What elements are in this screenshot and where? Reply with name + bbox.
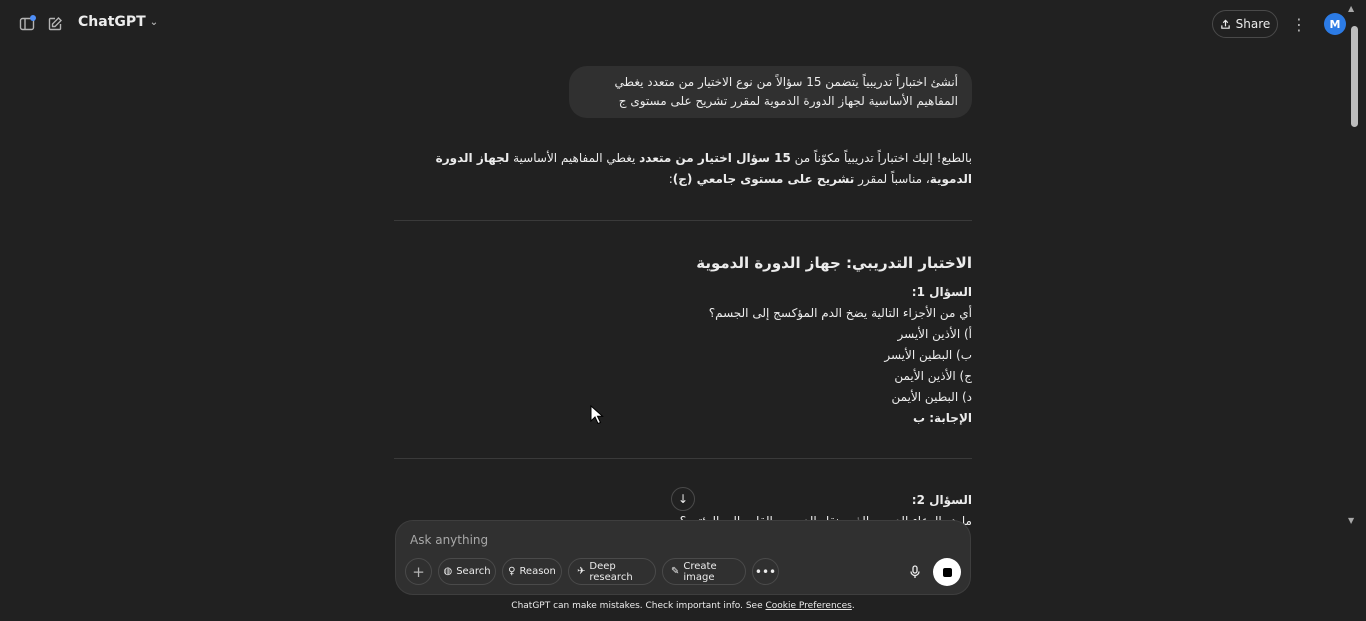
assistant-intro: بالطبع! إليك اختباراً تدريبياً مكوّناً م… — [394, 148, 972, 190]
composer: + ◍ Search ♀ Reason ✈ Deep research ✎ Cr… — [395, 520, 971, 595]
new-chat-icon[interactable] — [45, 14, 65, 34]
share-icon — [1220, 19, 1230, 29]
question-text: أي من الأجزاء التالية يضخ الدم المؤكسج إ… — [708, 306, 972, 320]
avatar[interactable]: M — [1324, 13, 1346, 35]
mouse-cursor-icon — [590, 405, 604, 425]
cookie-preferences-link[interactable]: Cookie Preferences — [765, 601, 851, 611]
share-button[interactable]: Share — [1212, 10, 1278, 38]
option-b: ب) البطين الأيسر — [884, 348, 972, 362]
disclaimer-text: ChatGPT can make mistakes. Check importa… — [511, 601, 766, 611]
lightbulb-icon: ♀ — [508, 566, 516, 577]
quiz-title: الاختبار التدريبي: جهاز الدورة الدموية — [696, 254, 972, 272]
microphone-button[interactable] — [904, 561, 926, 583]
arrow-down-icon: ↓ — [677, 492, 689, 506]
share-label: Share — [1235, 17, 1271, 31]
user-message-text: أنشئ اختباراً تدريبياً يتضمن 15 سؤالاً م… — [614, 75, 958, 108]
divider — [394, 458, 972, 459]
chat-thread: أنشئ اختباراً تدريبياً يتضمن 15 سؤالاً م… — [394, 56, 972, 534]
stop-generating-button[interactable] — [933, 558, 961, 586]
scroll-up-arrow-icon[interactable]: ▲ — [1348, 4, 1354, 13]
more-tools-button[interactable]: ••• — [752, 558, 779, 585]
scroll-down-arrow-icon[interactable]: ▼ — [1348, 516, 1354, 525]
answer: الإجابة: ب — [912, 411, 972, 425]
deep-research-label: Deep research — [589, 560, 633, 583]
intro-text-3: ، مناسباً لمقرر — [854, 172, 930, 186]
telescope-icon: ✈ — [577, 566, 586, 577]
model-name-label: ChatGPT — [78, 14, 146, 30]
search-label: Search — [456, 566, 491, 577]
microphone-icon — [910, 565, 920, 578]
option-a: أ) الأذين الأيسر — [897, 327, 972, 341]
reason-label: Reason — [519, 566, 556, 577]
create-image-button[interactable]: ✎ Create image — [662, 558, 746, 585]
avatar-initial: M — [1329, 17, 1341, 31]
disclaimer-period: . — [851, 601, 855, 611]
intro-bold-1: 15 سؤال اختيار من متعدد — [639, 151, 791, 165]
scroll-to-bottom-button[interactable]: ↓ — [671, 487, 695, 511]
question-1: السؤال 1: أي من الأجزاء التالية يضخ الدم… — [709, 282, 972, 429]
globe-icon: ◍ — [443, 566, 453, 577]
image-spark-icon: ✎ — [671, 566, 680, 577]
intro-text-1: بالطبع! إليك اختباراً تدريبياً مكوّناً م… — [790, 151, 972, 165]
ellipsis-icon: ••• — [754, 564, 777, 579]
disclaimer: ChatGPT can make mistakes. Check importa… — [0, 601, 1366, 611]
model-selector[interactable]: ChatGPT ⌄ — [78, 14, 158, 30]
create-image-label: Create image — [683, 560, 717, 583]
search-button[interactable]: ◍ Search — [438, 558, 496, 585]
stop-icon — [942, 567, 952, 577]
intro-bold-3: تشريح على مستوى جامعي (ج) — [672, 172, 855, 186]
reason-button[interactable]: ♀ Reason — [502, 558, 562, 585]
chevron-down-icon: ⌄ — [149, 16, 159, 28]
question-label: السؤال 1: — [911, 285, 972, 299]
option-d: د) البطين الأيمن — [891, 390, 972, 404]
question-label: السؤال 2: — [911, 493, 972, 507]
top-bar: ChatGPT ⌄ Share ⋮ M — [0, 0, 1366, 48]
user-message: أنشئ اختباراً تدريبياً يتضمن 15 سؤالاً م… — [569, 66, 972, 118]
deep-research-button[interactable]: ✈ Deep research — [568, 558, 656, 585]
scroll-thumb[interactable] — [1351, 26, 1358, 127]
prompt-input[interactable] — [410, 533, 950, 547]
add-attachment-button[interactable]: + — [405, 558, 432, 585]
plus-icon: + — [412, 562, 425, 581]
divider — [394, 220, 972, 221]
more-options-icon[interactable]: ⋮ — [1289, 14, 1309, 34]
intro-text-2: يغطي المفاهيم الأساسية — [509, 151, 640, 165]
option-c: ج) الأذين الأيمن — [894, 369, 972, 383]
notification-dot — [30, 15, 36, 21]
